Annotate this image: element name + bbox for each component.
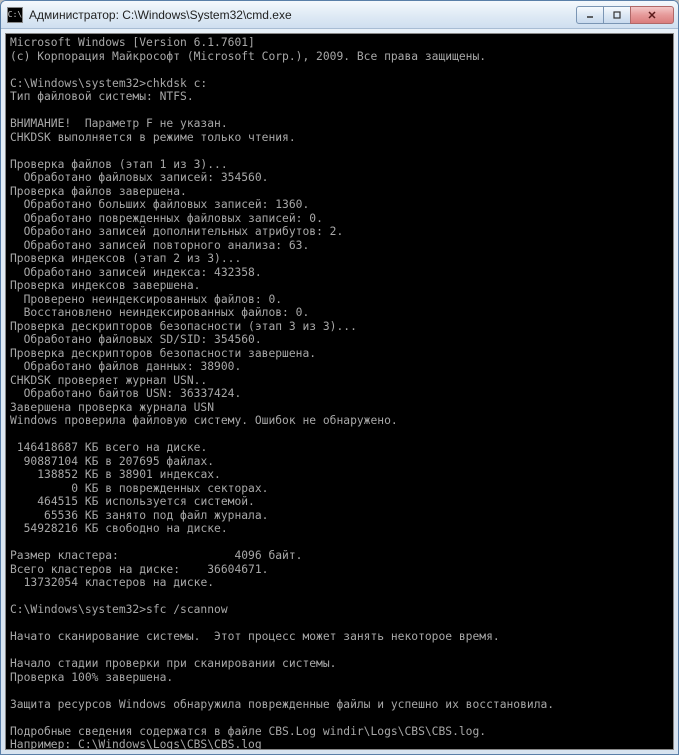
maximize-icon — [612, 10, 622, 20]
close-button[interactable] — [630, 6, 674, 24]
console-output[interactable]: Microsoft Windows [Version 6.1.7601] (c)… — [5, 33, 674, 750]
cmd-icon: C:\ — [7, 7, 23, 23]
maximize-button[interactable] — [603, 6, 631, 24]
window-title: Администратор: C:\Windows\System32\cmd.e… — [29, 8, 577, 22]
minimize-icon — [585, 10, 595, 20]
titlebar[interactable]: C:\ Администратор: C:\Windows\System32\c… — [1, 1, 678, 29]
close-icon — [647, 10, 657, 20]
minimize-button[interactable] — [576, 6, 604, 24]
window-controls — [577, 6, 674, 24]
cmd-window: C:\ Администратор: C:\Windows\System32\c… — [0, 0, 679, 755]
